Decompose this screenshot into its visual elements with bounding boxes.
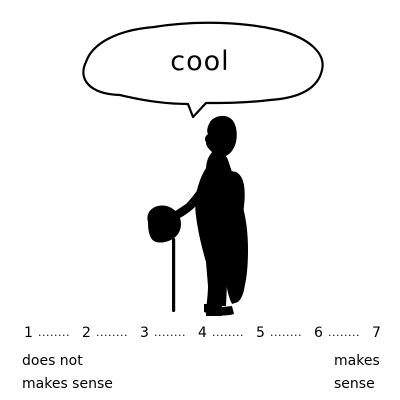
- scale-separator: ........: [212, 326, 244, 339]
- scale-separator: ........: [328, 326, 360, 339]
- scale-point-4[interactable]: 4: [198, 323, 207, 343]
- scale-point-1[interactable]: 1: [24, 323, 33, 343]
- gentleman-silhouette: [147, 115, 248, 316]
- scale-point-2[interactable]: 2: [82, 323, 91, 343]
- survey-card: cool 1 ........ 2 ........ 3 ........ 4 …: [0, 0, 400, 400]
- anchor-low-line-2: makes sense: [22, 376, 113, 392]
- scale-anchor-high: makes sense: [334, 350, 396, 396]
- anchor-low-line-1: does not: [22, 353, 83, 369]
- scale-separator: ........: [270, 326, 302, 339]
- scale-point-5[interactable]: 5: [256, 323, 265, 343]
- scale-separator: ........: [96, 326, 128, 339]
- scale-point-7[interactable]: 7: [372, 323, 381, 343]
- rating-scale: 1 ........ 2 ........ 3 ........ 4 .....…: [24, 323, 394, 345]
- anchor-high-line-2: sense: [334, 376, 375, 392]
- anchor-high-line-1: makes: [334, 353, 380, 369]
- scale-point-3[interactable]: 3: [140, 323, 149, 343]
- scale-point-6[interactable]: 6: [314, 323, 323, 343]
- speech-bubble-text: cool: [170, 46, 230, 77]
- scale-anchor-low: does not makes sense: [22, 350, 142, 396]
- scale-separator: ........: [38, 326, 70, 339]
- scale-separator: ........: [154, 326, 186, 339]
